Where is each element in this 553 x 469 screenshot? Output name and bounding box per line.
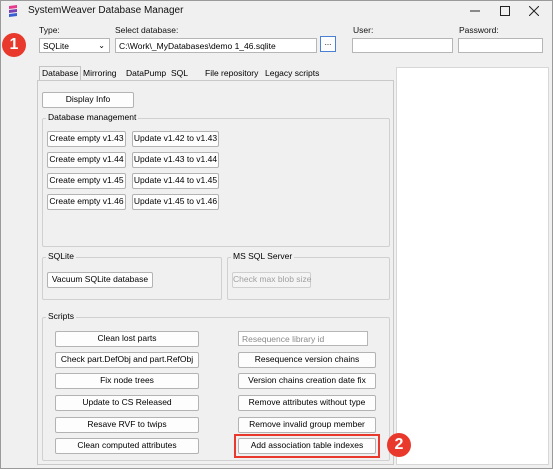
database-path-input[interactable]: C:\Work\_MyDatabases\demo 1_46.sqlite <box>115 38 317 53</box>
close-button[interactable] <box>516 2 552 19</box>
version-chains-creation-date-fix-button[interactable]: Version chains creation date fix <box>238 373 376 389</box>
close-icon <box>529 5 539 16</box>
resequence-version-chains-button[interactable]: Resequence version chains <box>238 352 376 368</box>
step-2-badge: 2 <box>387 433 411 457</box>
update-v143-v144-button[interactable]: Update v1.43 to v1.44 <box>132 152 219 168</box>
password-input[interactable] <box>458 38 543 53</box>
tab-mirroring[interactable]: Mirroring <box>81 67 119 81</box>
tab-database[interactable]: Database <box>39 66 82 81</box>
tab-sql[interactable]: SQL <box>169 67 190 81</box>
password-label: Password: <box>459 25 499 35</box>
update-v145-v146-button[interactable]: Update v1.45 to v1.46 <box>132 194 219 210</box>
scripts-label: Scripts <box>46 311 76 321</box>
sqlite-label: SQLite <box>46 251 76 261</box>
check-part-defobj-refobj-button[interactable]: Check part.DefObj and part.RefObj <box>55 352 199 368</box>
type-select[interactable]: SQLite ⌄ <box>39 38 110 53</box>
right-panel <box>396 67 549 465</box>
minimize-icon <box>470 10 480 11</box>
tab-file-repository[interactable]: File repository <box>203 67 260 81</box>
database-tab-panel: Display Info Database management Create … <box>37 80 394 465</box>
remove-invalid-group-member-button[interactable]: Remove invalid group member <box>238 417 376 433</box>
browse-button[interactable]: ... <box>320 36 336 52</box>
title-bar: SystemWeaver Database Manager <box>1 1 552 21</box>
step-1-badge: 1 <box>2 33 26 57</box>
create-empty-v143-button[interactable]: Create empty v1.43 <box>47 131 126 147</box>
clean-lost-parts-button[interactable]: Clean lost parts <box>55 331 199 347</box>
chevron-down-icon: ⌄ <box>98 41 105 50</box>
remove-attributes-without-type-button[interactable]: Remove attributes without type <box>238 395 376 411</box>
create-empty-v144-button[interactable]: Create empty v1.44 <box>47 152 126 168</box>
tab-datapump[interactable]: DataPump <box>124 67 168 81</box>
app-window: SystemWeaver Database Manager Type: SQLi… <box>0 0 553 469</box>
type-select-value: SQLite <box>43 41 69 51</box>
database-management-label: Database management <box>46 112 139 122</box>
vacuum-sqlite-button[interactable]: Vacuum SQLite database <box>47 272 153 288</box>
update-to-cs-released-button[interactable]: Update to CS Released <box>55 395 199 411</box>
user-input[interactable] <box>352 38 453 53</box>
resave-rvf-to-twips-button[interactable]: Resave RVF to twips <box>55 417 199 433</box>
display-info-button[interactable]: Display Info <box>42 92 134 108</box>
highlight-box <box>234 434 380 458</box>
type-label: Type: <box>39 25 60 35</box>
select-database-label: Select database: <box>115 25 179 35</box>
window-title: SystemWeaver Database Manager <box>28 5 184 16</box>
tab-legacy-scripts[interactable]: Legacy scripts <box>263 67 321 81</box>
maximize-icon <box>500 5 510 16</box>
app-logo-icon <box>9 5 17 17</box>
mssql-label: MS SQL Server <box>231 251 295 261</box>
create-empty-v145-button[interactable]: Create empty v1.45 <box>47 173 126 189</box>
resequence-library-id-input[interactable]: Resequence library id <box>238 331 368 346</box>
user-label: User: <box>353 25 374 35</box>
fix-node-trees-button[interactable]: Fix node trees <box>55 373 199 389</box>
update-v144-v145-button[interactable]: Update v1.44 to v1.45 <box>132 173 219 189</box>
update-v142-v143-button[interactable]: Update v1.42 to v1.43 <box>132 131 219 147</box>
clean-computed-attributes-button[interactable]: Clean computed attributes <box>55 438 199 454</box>
check-max-blob-size-button[interactable]: Check max blob size <box>232 272 311 288</box>
create-empty-v146-button[interactable]: Create empty v1.46 <box>47 194 126 210</box>
